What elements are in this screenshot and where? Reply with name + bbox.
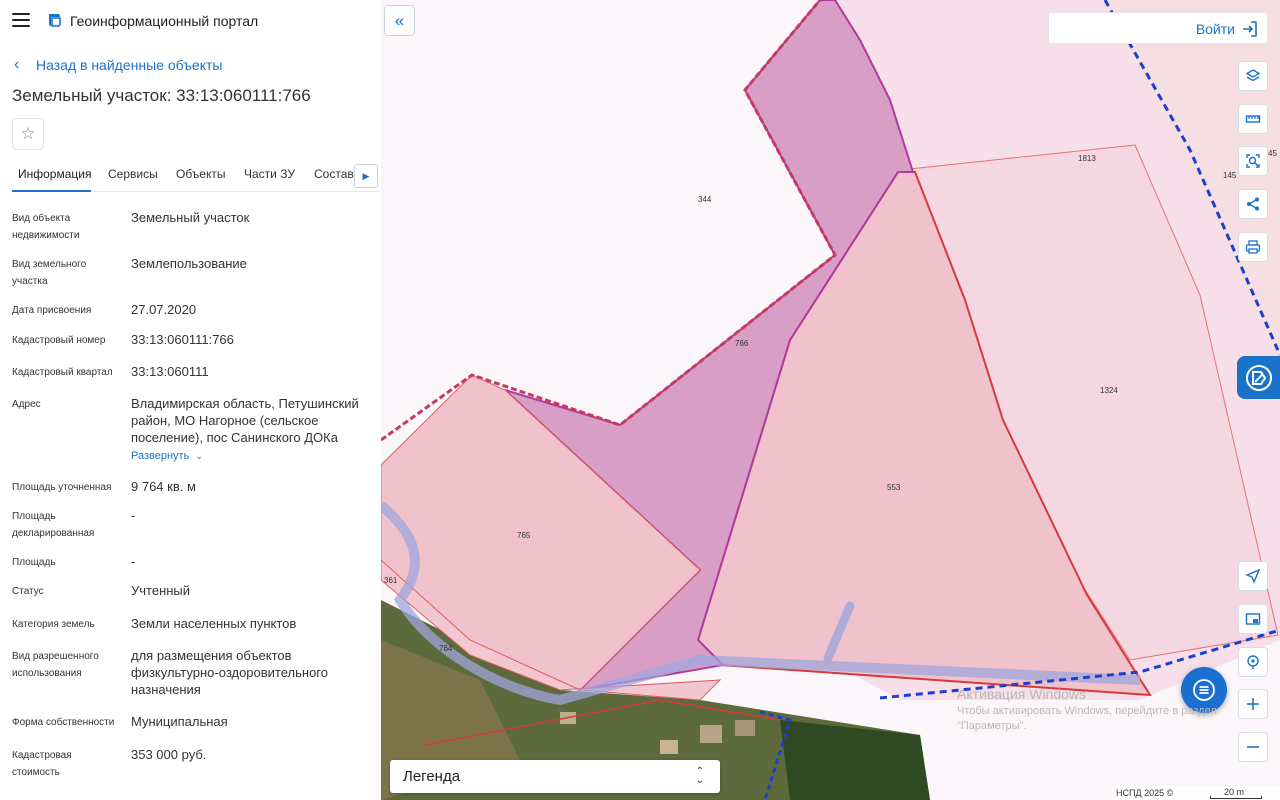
info-value: - — [131, 554, 136, 569]
expand-label: Развернуть — [131, 450, 190, 462]
info-label: Дата присвоения — [12, 305, 92, 316]
documents-tab-icon[interactable] — [1237, 356, 1280, 399]
info-label: Вид объекта недвижимости — [12, 213, 80, 241]
info-value: Учтенный — [131, 583, 191, 598]
parcel-label-145: 145 — [1223, 171, 1237, 180]
parcel-label-45: 45 — [1268, 149, 1277, 158]
info-label: Категория земель — [12, 619, 95, 630]
info-value: для размещения объектов физкультурно-озд… — [131, 648, 328, 697]
windows-watermark-title: Активация Windows — [957, 686, 1087, 702]
page-title: Земельный участок: 33:13:060111:766 — [12, 86, 311, 105]
login-button[interactable]: Войти — [1048, 12, 1268, 44]
attribution: НСПД 2025 © 20 m — [1112, 786, 1280, 800]
info-label: Форма собственности — [12, 717, 115, 728]
info-value: 33:13:060111 — [131, 364, 209, 379]
back-link[interactable]: ‹ Назад в найденные объекты — [14, 55, 222, 75]
parcel-label-1813: 1813 — [1078, 154, 1096, 163]
info-label: Площадь декларированная — [12, 511, 95, 539]
zoom-out-icon[interactable] — [1238, 732, 1268, 762]
parcel-label-764: 764 — [439, 644, 453, 653]
address-value: Владимирская область, Петушинский район,… — [131, 396, 359, 445]
chevron-down-icon: ⌄ — [195, 451, 203, 461]
tabs-next-icon[interactable]: ▶ — [354, 164, 378, 188]
share-icon[interactable] — [1238, 189, 1268, 219]
parcel-label-553: 553 — [887, 483, 901, 492]
info-label: Статус — [12, 586, 44, 597]
locate-icon[interactable] — [1238, 561, 1268, 591]
login-icon — [1243, 21, 1257, 37]
portal-logo-icon — [49, 14, 61, 27]
info-value: 9 764 кв. м — [131, 479, 196, 494]
back-link-label: Назад в найденные объекты — [36, 57, 223, 73]
tab-objects[interactable]: Объекты — [176, 167, 226, 181]
top-bar: Геоинформационный портал — [0, 0, 381, 44]
info-label: Площадь уточненная — [12, 482, 112, 493]
expand-collapse-icon: ⌃ ⌄ — [695, 766, 704, 786]
building — [700, 725, 722, 743]
geolocation-icon[interactable] — [1238, 647, 1268, 677]
info-label: Вид земельного участка — [12, 259, 87, 287]
zoom-in-icon[interactable] — [1238, 689, 1268, 719]
scale-bar — [1210, 796, 1262, 799]
info-label: Кадастровый номер — [12, 335, 106, 346]
parcel-label-1324: 1324 — [1100, 386, 1118, 395]
windows-watermark-text: Чтобы активировать Windows, перейдите в … — [957, 705, 1217, 732]
aerial-photo-forest — [780, 720, 930, 800]
collapse-panel-icon[interactable]: « — [384, 5, 415, 36]
minimap-icon[interactable] — [1238, 604, 1268, 634]
login-label: Войти — [1195, 21, 1235, 37]
favorite-star-icon[interactable]: ☆ — [12, 118, 44, 150]
info-label: Площадь — [12, 557, 56, 568]
parcel-label-344: 344 — [698, 195, 712, 204]
tab-bar: Информация Сервисы Объекты Части ЗУ Сост… — [10, 160, 380, 192]
select-area-icon[interactable] — [1238, 146, 1268, 176]
tab-services[interactable]: Сервисы — [108, 167, 158, 181]
legend-dropdown[interactable]: Легенда ⌃ ⌄ — [390, 760, 720, 793]
legend-label: Легенда — [403, 768, 461, 785]
tab-composition[interactable]: Состав — [314, 167, 354, 181]
tab-information[interactable]: Информация — [18, 167, 91, 181]
info-label: Вид разрешенного использования — [12, 651, 99, 679]
info-label: Кадастровый квартал — [12, 367, 113, 378]
tab-parts[interactable]: Части ЗУ — [244, 167, 295, 181]
parcel-label-766: 766 — [735, 339, 749, 348]
info-label: Адрес — [12, 399, 41, 410]
chevron-left-icon: ‹ — [14, 56, 20, 73]
building — [735, 720, 755, 736]
info-value: Муниципальная — [131, 714, 228, 729]
cadastral-map: 344 766 1813 1324 553 765 361 764 145 45 — [381, 0, 1280, 800]
print-icon[interactable] — [1238, 232, 1268, 262]
info-value: 353 000 руб. — [131, 747, 207, 762]
active-tab-indicator — [12, 190, 91, 192]
info-value: Земельный участок — [131, 210, 250, 225]
menu-lines-icon — [1193, 679, 1215, 701]
menu-icon[interactable] — [12, 13, 30, 27]
expand-address-link[interactable]: Развернуть ⌄ — [131, 450, 203, 462]
attribution-text: НСПД 2025 © — [1116, 788, 1174, 798]
layers-icon[interactable] — [1238, 61, 1268, 91]
info-value: Земли населенных пунктов — [131, 616, 297, 631]
map-canvas[interactable]: 344 766 1813 1324 553 765 361 764 145 45 — [381, 0, 1280, 800]
building — [660, 740, 678, 754]
object-panel: Геоинформационный портал ‹ Назад в найде… — [0, 0, 381, 800]
ruler-icon[interactable] — [1238, 104, 1268, 134]
info-label: Кадастровая стоимость — [12, 750, 72, 778]
info-value: 33:13:060111:766 — [131, 332, 234, 347]
parcel-label-765: 765 — [517, 531, 531, 540]
portal-title: Геоинформационный портал — [70, 13, 259, 29]
info-value: Землепользование — [131, 256, 247, 271]
parcel-label-361: 361 — [384, 576, 398, 585]
info-value: - — [131, 508, 136, 523]
info-value: 27.07.2020 — [131, 302, 197, 317]
